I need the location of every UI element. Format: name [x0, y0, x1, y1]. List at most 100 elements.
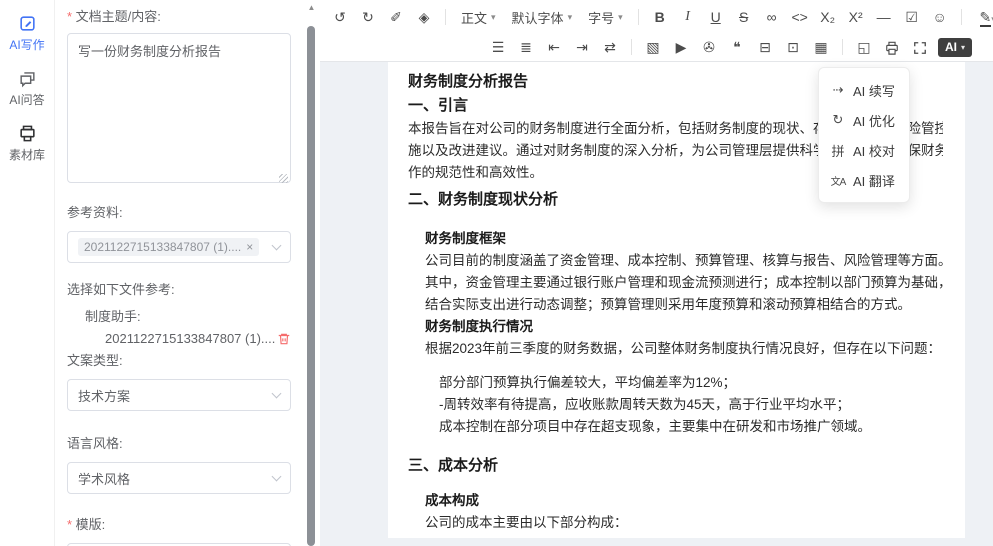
toolbar-divider — [638, 9, 639, 25]
ai-tools-button[interactable]: AI — [938, 38, 972, 57]
format-painter-icon[interactable]: ✐ — [386, 6, 406, 28]
file-name: 2021122715133847807 (1).... — [105, 331, 277, 346]
app-window: AI写作 AI问答 素材库 文档主题/内容: 写一份财务制度分析报告 参考资料:… — [0, 0, 993, 546]
chevron-down-icon — [272, 471, 282, 481]
nav-rail: AI写作 AI问答 素材库 — [0, 0, 55, 546]
form-scrollbar: ▲ — [303, 0, 320, 546]
menu-item-ai-translate[interactable]: 文A AI 翻译 — [819, 165, 909, 195]
reference-tag: 2021122715133847807 (1).... × — [78, 238, 259, 256]
ai-optimize-icon: ↻ — [830, 112, 846, 128]
chevron-down-icon — [272, 240, 282, 250]
ai-continue-icon: ⇢ — [830, 82, 846, 98]
redo-icon[interactable]: ↻ — [358, 6, 378, 28]
topic-input[interactable]: 写一份财务制度分析报告 — [67, 33, 291, 183]
emoji-icon[interactable]: ☺ — [930, 6, 950, 28]
italic-icon[interactable]: I — [678, 6, 698, 28]
menu-item-ai-proofread[interactable]: 拼 AI 校对 — [819, 135, 909, 165]
toolbar-row-2: ☰ ≣ ⇤ ⇥ ⇄ ▧ ▶ ✇ ❝ ⊟ ⊡ ▦ ◱ AI — [330, 32, 985, 62]
todo-icon[interactable]: ◱ — [854, 36, 874, 58]
doc-text-line: 成本控制在部分项目中存在超支现象，主要集中在研发和市场推广领域。 — [439, 416, 943, 438]
scrollbar-thumb[interactable] — [307, 26, 315, 546]
ai-writing-form: 文档主题/内容: 写一份财务制度分析报告 参考资料: 2021122715133… — [55, 0, 303, 546]
textarea-resize-handle[interactable] — [279, 174, 288, 183]
material-library-icon — [18, 124, 37, 143]
template-label: 模版: — [67, 514, 291, 533]
trash-icon[interactable] — [277, 332, 291, 346]
ai-writing-icon — [18, 14, 37, 33]
outdent-icon[interactable]: ⇤ — [544, 36, 564, 58]
snippet-icon[interactable]: ⊡ — [783, 36, 803, 58]
attachment-icon[interactable]: ✇ — [699, 36, 719, 58]
toolbar-row-1: ↺ ↻ ✐ ◈ 正文 默认字体 字号 B I U S ∞ <> X₂ X² — … — [330, 2, 985, 32]
scrollbar-up-arrow[interactable]: ▲ — [303, 3, 320, 12]
highlight-color-icon[interactable]: ✎ — [973, 6, 993, 28]
doc-text-line: 其中，资金管理主要通过银行账户管理和现金流预测进行；成本控制以部门预算为基础， — [425, 272, 943, 294]
eraser-icon[interactable]: ◈ — [414, 6, 434, 28]
blockquote-icon[interactable]: ❝ — [727, 36, 747, 58]
undo-icon[interactable]: ↺ — [330, 6, 350, 28]
toolbar-divider — [961, 9, 962, 25]
nav-item-ai-qa[interactable]: AI问答 — [0, 63, 54, 118]
tag-close-icon[interactable]: × — [246, 240, 253, 254]
copy-type-select[interactable]: 技术方案 — [67, 379, 291, 411]
style-value: 学术风格 — [78, 469, 273, 488]
strikethrough-icon[interactable]: S — [734, 6, 754, 28]
nav-item-material-library[interactable]: 素材库 — [0, 118, 54, 173]
toolbar-divider — [631, 39, 632, 55]
assistant-label: 制度助手: — [67, 306, 291, 325]
doc-text-line: 公司目前的制度涵盖了资金管理、成本控制、预算管理、核算与报告、风险管理等方面。 — [425, 250, 943, 272]
editor-canvas: 财务制度分析报告 一、引言 本报告旨在对公司的财务制度进行全面分析，包括财务制度… — [320, 62, 993, 546]
ai-translate-icon: 文A — [830, 173, 846, 188]
reference-select[interactable]: 2021122715133847807 (1).... × — [67, 231, 291, 263]
doc-text-line: 公司的成本主要由以下部分构成： — [425, 512, 943, 534]
superscript-icon[interactable]: X² — [846, 6, 866, 28]
editor-toolbar: ↺ ↻ ✐ ◈ 正文 默认字体 字号 B I U S ∞ <> X₂ X² — … — [320, 0, 993, 62]
menu-item-ai-optimize[interactable]: ↻ AI 优化 — [819, 105, 909, 135]
menu-item-ai-continue[interactable]: ⇢ AI 续写 — [819, 75, 909, 105]
line-wrap-icon[interactable]: ⇄ — [600, 36, 620, 58]
doc-text-line: 部分部门预算执行偏差较大，平均偏差率为12%； — [439, 372, 943, 394]
underline-icon[interactable]: U — [706, 6, 726, 28]
chevron-down-icon — [272, 388, 282, 398]
nav-label-ai-writing: AI写作 — [9, 36, 44, 53]
horizontal-rule-icon[interactable]: — — [874, 6, 894, 28]
doc-heading-cost: 三、成本分析 — [408, 454, 943, 478]
paragraph-style-dropdown[interactable]: 正文 — [457, 8, 500, 27]
subscript-icon[interactable]: X₂ — [818, 6, 838, 28]
doc-subheading-cost-structure: 成本构成 — [425, 490, 943, 512]
bold-icon[interactable]: B — [650, 6, 670, 28]
font-family-dropdown[interactable]: 默认字体 — [508, 8, 577, 27]
doc-text-line: 结合实际支出进行动态调整；预算管理则采用年度预算和滚动预算相结合的方式。 — [425, 294, 943, 316]
topic-label: 文档主题/内容: — [67, 6, 291, 25]
fullscreen-icon[interactable] — [910, 36, 930, 58]
reference-label: 参考资料: — [67, 202, 291, 221]
ai-proofread-icon: 拼 — [830, 141, 846, 160]
doc-subheading-execution: 财务制度执行情况 — [425, 316, 943, 338]
style-select[interactable]: 学术风格 — [67, 462, 291, 494]
table-icon[interactable]: ▦ — [811, 36, 831, 58]
copy-type-label: 文案类型: — [67, 350, 291, 369]
video-icon[interactable]: ▶ — [671, 36, 691, 58]
copy-type-value: 技术方案 — [78, 386, 273, 405]
print-icon[interactable] — [882, 36, 902, 58]
nav-label-material-library: 素材库 — [9, 146, 45, 163]
image-icon[interactable]: ▧ — [643, 36, 663, 58]
file-section-label: 选择如下文件参考: — [67, 279, 291, 298]
doc-subheading-framework: 财务制度框架 — [425, 228, 943, 250]
ordered-list-icon[interactable]: ≣ — [516, 36, 536, 58]
nav-item-ai-writing[interactable]: AI写作 — [0, 8, 54, 63]
bullet-list-icon[interactable]: ☰ — [488, 36, 508, 58]
doc-text-line: -周转效率有待提高，应收账款周转天数为45天，高于行业平均水平； — [439, 394, 943, 416]
ai-qa-icon — [18, 69, 37, 88]
toolbar-divider — [445, 9, 446, 25]
code-icon[interactable]: <> — [790, 6, 810, 28]
font-size-dropdown[interactable]: 字号 — [584, 8, 627, 27]
link-icon[interactable]: ∞ — [762, 6, 782, 28]
indent-icon[interactable]: ⇥ — [572, 36, 592, 58]
editor-area: ↺ ↻ ✐ ◈ 正文 默认字体 字号 B I U S ∞ <> X₂ X² — … — [320, 0, 993, 546]
doc-text-line: 根据2023年前三季度的财务数据，公司整体财务制度执行情况良好，但存在以下问题： — [425, 338, 943, 360]
divider-block-icon[interactable]: ⊟ — [755, 36, 775, 58]
nav-label-ai-qa: AI问答 — [9, 91, 44, 108]
style-label: 语言风格: — [67, 433, 291, 452]
checkbox-icon[interactable]: ☑ — [902, 6, 922, 28]
